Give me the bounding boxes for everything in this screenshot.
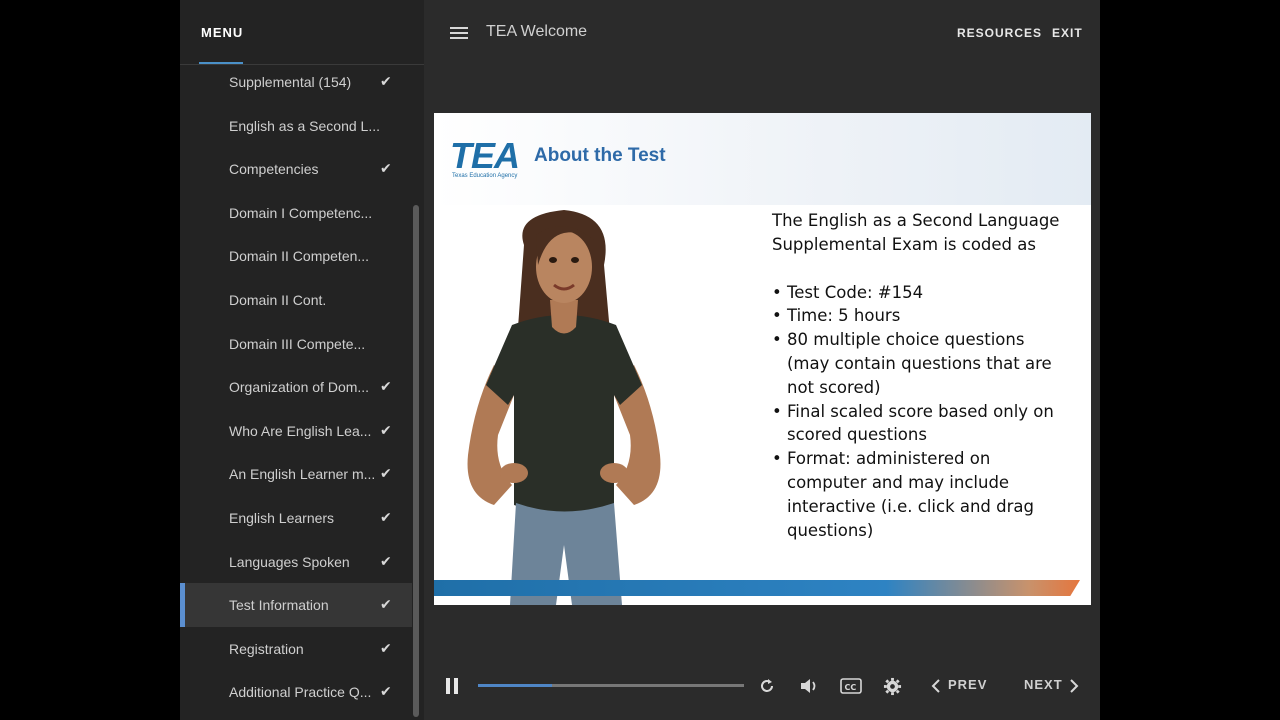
pause-icon[interactable] xyxy=(446,678,458,694)
hamburger-menu-icon[interactable] xyxy=(450,27,468,39)
menu-item-active[interactable]: Test Information ✔ xyxy=(180,583,412,627)
menu-item[interactable]: Languages Spoken ✔ xyxy=(180,540,412,584)
tea-logo: TEA xyxy=(450,135,520,176)
menu-item[interactable]: Domain I Competenc... xyxy=(180,191,412,235)
bullet-item: Format: administered on computer and may… xyxy=(772,447,1072,542)
menu-item[interactable]: English Learners ✔ xyxy=(180,496,412,540)
checkmark-icon: ✔ xyxy=(380,508,392,525)
menu-item[interactable]: Competencies ✔ xyxy=(180,147,412,191)
checkmark-icon: ✔ xyxy=(380,596,392,613)
closed-captions-icon[interactable]: CC xyxy=(840,677,862,695)
next-button[interactable]: NEXT xyxy=(1024,677,1063,692)
tea-logo-subtext: Texas Education Agency xyxy=(452,173,518,179)
slide-title: About the Test xyxy=(534,145,666,166)
menu-item-label: Domain I Competenc... xyxy=(229,204,373,221)
player-window: MENU Supplemental (154) ✔ English as a Se… xyxy=(180,0,1100,720)
checkmark-icon: ✔ xyxy=(380,683,392,700)
bullet-item: Test Code: #154 xyxy=(772,281,1072,305)
menu-item[interactable]: English as a Second L... xyxy=(180,104,412,148)
sidebar-scrollbar[interactable] xyxy=(413,205,419,717)
prev-button[interactable]: PREV xyxy=(948,677,987,692)
volume-icon[interactable] xyxy=(799,677,819,695)
checkmark-icon: ✔ xyxy=(380,465,392,482)
menu-item-label: An English Learner m... xyxy=(229,466,376,483)
exit-button[interactable]: EXIT xyxy=(1052,26,1083,40)
menu-item-label: Supplemental (154) xyxy=(229,74,352,90)
presenter-avatar xyxy=(467,210,661,605)
menu-tab[interactable]: MENU xyxy=(201,25,243,40)
menu-item[interactable]: Registration ✔ xyxy=(180,627,412,671)
sidebar: MENU Supplemental (154) ✔ English as a Se… xyxy=(180,0,424,720)
menu-item-label: Competencies xyxy=(229,161,319,178)
checkmark-icon: ✔ xyxy=(380,421,392,438)
checkmark-icon: ✔ xyxy=(380,639,392,656)
resources-button[interactable]: RESOURCES xyxy=(957,26,1042,40)
menu-item-label: Domain III Compete... xyxy=(229,335,366,352)
slide-intro: The English as a Second Language Supplem… xyxy=(772,211,1060,254)
bullet-item: Final scaled score based only on scored … xyxy=(772,400,1072,448)
menu-item-label: English as a Second L... xyxy=(229,117,380,134)
menu-list: Supplemental (154) ✔ English as a Second … xyxy=(180,60,412,714)
menu-item-label: Who Are English Lea... xyxy=(229,422,372,439)
chevron-left-icon[interactable] xyxy=(930,678,942,694)
sidebar-header: MENU xyxy=(180,0,424,65)
menu-item[interactable]: An English Learner m... ✔ xyxy=(180,452,412,496)
seek-bar[interactable] xyxy=(478,684,744,687)
chevron-right-icon[interactable] xyxy=(1068,678,1080,694)
menu-item-label: Additional Practice Q... xyxy=(229,684,372,701)
seek-bar-progress xyxy=(478,684,553,687)
slide-canvas: TEA Texas Education Agency About the Tes… xyxy=(434,113,1091,605)
menu-item[interactable]: Who Are English Lea... ✔ xyxy=(180,409,412,453)
settings-icon[interactable] xyxy=(883,677,902,696)
bullet-item: Time: 5 hours xyxy=(772,304,1072,328)
replay-icon[interactable] xyxy=(758,677,776,695)
menu-item[interactable]: Supplemental (154) ✔ xyxy=(180,60,412,104)
menu-item-label: Domain II Cont. xyxy=(229,291,327,308)
course-title: TEA Welcome xyxy=(486,23,588,40)
slide-header xyxy=(434,113,1091,205)
bullet-item: 80 multiple choice questions (may contai… xyxy=(772,328,1072,399)
menu-item-label: English Learners xyxy=(229,509,335,526)
checkmark-icon: ✔ xyxy=(380,378,392,395)
menu-item[interactable]: Domain III Compete... xyxy=(180,322,412,366)
checkmark-icon: ✔ xyxy=(380,552,392,569)
menu-item-label: Test Information xyxy=(229,597,329,614)
menu-item[interactable]: Domain II Competen... xyxy=(180,234,412,278)
svg-text:CC: CC xyxy=(845,683,857,692)
slide-bullets: Test Code: #154 Time: 5 hours 80 multipl… xyxy=(772,281,1072,543)
checkmark-icon: ✔ xyxy=(380,73,392,89)
menu-item[interactable]: Additional Practice Q... ✔ xyxy=(180,670,412,714)
checkmark-icon: ✔ xyxy=(380,160,392,177)
menu-item-label: Languages Spoken xyxy=(229,553,350,570)
slide-body: The English as a Second Language Supplem… xyxy=(772,209,1072,542)
menu-item[interactable]: Organization of Dom... ✔ xyxy=(180,365,412,409)
menu-item-label: Registration xyxy=(229,640,304,657)
menu-item[interactable]: Domain II Cont. xyxy=(180,278,412,322)
slide-footer-bar xyxy=(434,580,1080,596)
menu-item-label: Organization of Dom... xyxy=(229,379,370,396)
menu-item-label: Domain II Competen... xyxy=(229,248,370,265)
